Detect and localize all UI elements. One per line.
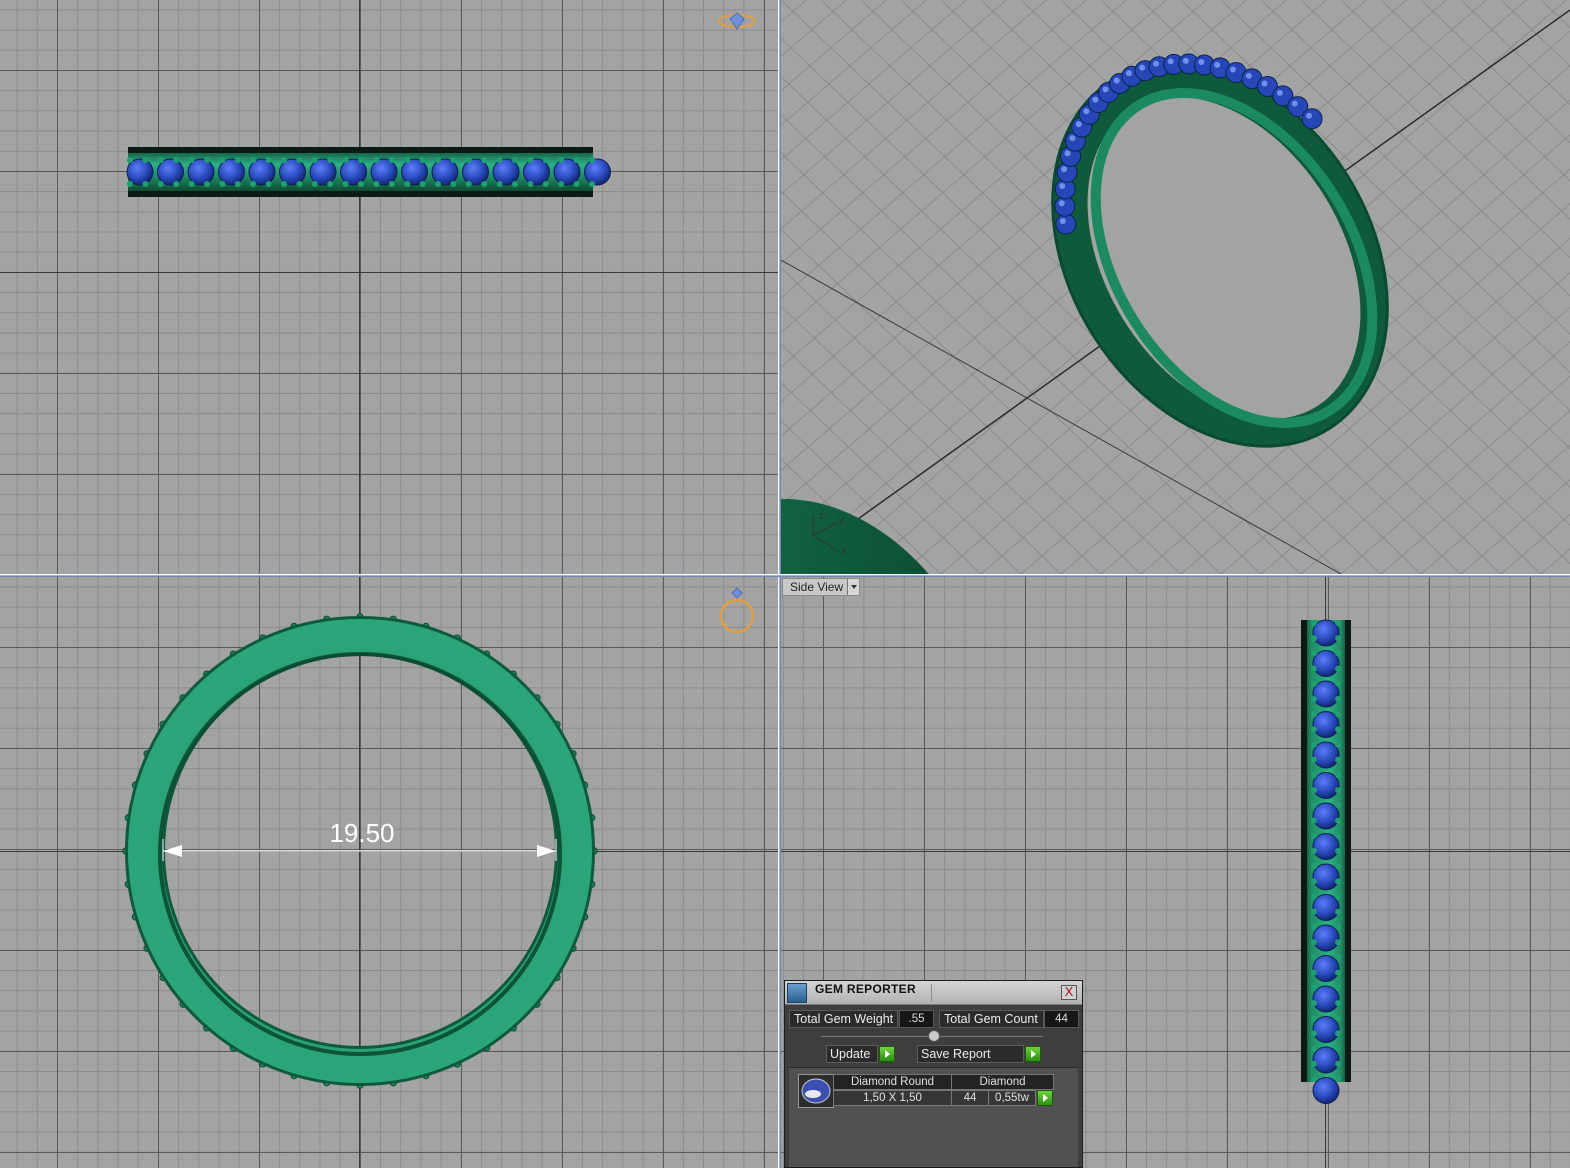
- ring-perspective: [781, 499, 994, 574]
- view-select-dropdown[interactable]: Side View: [782, 578, 860, 596]
- panel-splitter-handle[interactable]: [928, 1030, 940, 1042]
- ring-front-orientation-icon[interactable]: [717, 585, 757, 635]
- total-gem-weight-label: Total Gem Weight: [789, 1010, 898, 1028]
- gem-size-cell: 1,50 X 1,50: [833, 1090, 952, 1106]
- gem-reporter-titlebar[interactable]: GEM REPORTER X: [785, 981, 1082, 1005]
- close-icon[interactable]: X: [1061, 985, 1077, 1000]
- save-report-button[interactable]: Save Report: [917, 1045, 1024, 1063]
- axis-label-y: y: [839, 516, 844, 527]
- gem-reporter-icon: [787, 983, 807, 1003]
- cad-application: z y x 19.50 Side View GEM REPORTER X Tot…: [0, 0, 1570, 1168]
- gem-report-list: Diamond Round Diamond 1,50 X 1,50 44 0,5…: [789, 1067, 1078, 1167]
- gem-count-cell: 44: [951, 1090, 989, 1106]
- ring-top-render: [126, 147, 611, 197]
- update-go-icon[interactable]: [879, 1046, 895, 1062]
- viewport-divider-vertical[interactable]: [778, 0, 781, 1168]
- axis-label-z: z: [819, 511, 824, 522]
- dimension-label: 19.50: [329, 818, 395, 848]
- viewport-front-view[interactable]: 19.50: [0, 577, 778, 1168]
- gem-row-go-icon[interactable]: [1037, 1090, 1053, 1106]
- diamond-round-icon: [798, 1074, 834, 1108]
- axis-label-x: x: [841, 546, 846, 557]
- save-report-go-icon[interactable]: [1025, 1046, 1041, 1062]
- gem-reporter-panel: GEM REPORTER X Total Gem Weight .55 Tota…: [784, 980, 1083, 1168]
- viewport-top-view[interactable]: [0, 0, 778, 574]
- total-gem-count-label: Total Gem Count: [939, 1010, 1044, 1028]
- total-gem-weight-value: .55: [899, 1010, 934, 1028]
- total-gem-count-value: 44: [1044, 1010, 1079, 1028]
- gem-reporter-title: GEM REPORTER: [815, 982, 916, 996]
- ring-front-render: [122, 613, 598, 1089]
- view-select-label: Side View: [790, 580, 844, 594]
- perspective-render: z y x: [781, 0, 1570, 574]
- titlebar-separator: [931, 984, 932, 1002]
- ring-top-orientation-icon[interactable]: [717, 9, 757, 35]
- chevron-down-icon[interactable]: [847, 579, 859, 595]
- col-header-gem-name: Diamond Round: [833, 1074, 952, 1090]
- update-button[interactable]: Update: [826, 1045, 878, 1063]
- viewport-perspective[interactable]: z y x: [781, 0, 1570, 574]
- gem-weight-cell: 0,55tw: [988, 1090, 1036, 1106]
- viewport-divider-horizontal[interactable]: [0, 574, 1570, 577]
- col-header-gem-type: Diamond: [951, 1074, 1054, 1090]
